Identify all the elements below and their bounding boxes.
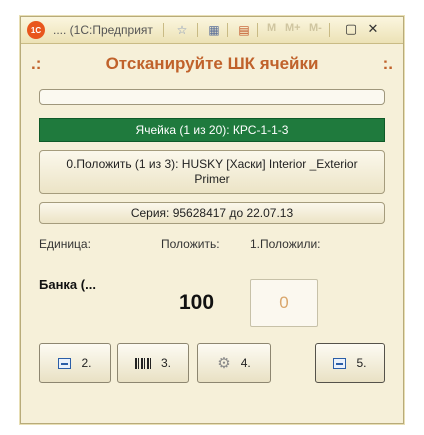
scan-barcode-button[interactable]: 3. xyxy=(117,343,189,383)
cell-status-bar: Ячейка (1 из 20): КРС-1-1-3 xyxy=(39,118,385,142)
toolbar-separator xyxy=(329,23,330,37)
barcode-icon xyxy=(134,357,151,369)
1c-logo-icon[interactable]: 1С xyxy=(27,21,45,39)
forward-button[interactable]: 5. xyxy=(315,343,385,383)
toolbar-separator xyxy=(163,23,164,37)
app-window: 1С .... (1С:Предприят ☆ ▦ ▤ M M+ M- ▢ ✕ … xyxy=(20,16,404,424)
header-left-mark: .: xyxy=(31,54,42,73)
unit-label: Единица: xyxy=(39,237,91,251)
calculator-icon[interactable]: ▦ xyxy=(205,21,223,39)
forward-icon xyxy=(333,357,347,369)
page-title: Отсканируйте ШК ячейки xyxy=(105,54,319,73)
restore-icon[interactable]: ▢ xyxy=(343,21,359,37)
title-bar: 1С .... (1С:Предприят ☆ ▦ ▤ M M+ M- ▢ ✕ xyxy=(21,17,403,44)
series-button[interactable]: Серия: 95628417 до 22.07.13 xyxy=(39,202,385,224)
star-icon[interactable]: ☆ xyxy=(173,21,191,39)
placed-label: 1.Положили: xyxy=(250,237,321,251)
close-icon[interactable]: ✕ xyxy=(365,21,381,37)
put-task-button[interactable]: 0.Положить (1 из 3): HUSKY [Хаски] Inter… xyxy=(39,150,385,194)
calendar-icon[interactable]: ▤ xyxy=(235,21,253,39)
series-label: Серия: 95628417 до 22.07.13 xyxy=(130,206,294,220)
toolbar-separator xyxy=(257,23,258,37)
put-label: Положить: xyxy=(161,237,220,251)
header-right-mark: :. xyxy=(382,54,393,73)
scan-barcode-button-label: 3. xyxy=(160,356,171,370)
toolbar-separator xyxy=(227,23,228,37)
memory-add-button[interactable]: M+ xyxy=(285,22,301,34)
forward-button-label: 5. xyxy=(356,356,367,370)
toolbar-separator xyxy=(197,23,198,37)
put-task-label: 0.Положить (1 из 3): HUSKY [Хаски] Inter… xyxy=(66,157,358,186)
back-button-label: 2. xyxy=(81,356,92,370)
back-button[interactable]: 2. xyxy=(39,343,111,383)
gear-icon: ⚙ xyxy=(217,354,231,372)
placed-quantity-field[interactable]: 0 xyxy=(250,279,318,327)
put-quantity: 100 xyxy=(179,291,215,314)
progress-bar xyxy=(39,89,385,105)
settings-button-label: 4. xyxy=(240,356,251,370)
settings-button[interactable]: ⚙ 4. xyxy=(197,343,271,383)
window-title: .... (1С:Предприят xyxy=(53,23,153,37)
memory-subtract-button[interactable]: M- xyxy=(309,22,322,34)
back-icon xyxy=(58,357,72,369)
unit-value: Банка (... xyxy=(39,277,96,292)
memory-m-button[interactable]: M xyxy=(267,22,276,34)
scan-prompt-header: .: Отсканируйте ШК ячейки :. xyxy=(31,53,393,75)
placed-quantity-value: 0 xyxy=(279,293,289,312)
